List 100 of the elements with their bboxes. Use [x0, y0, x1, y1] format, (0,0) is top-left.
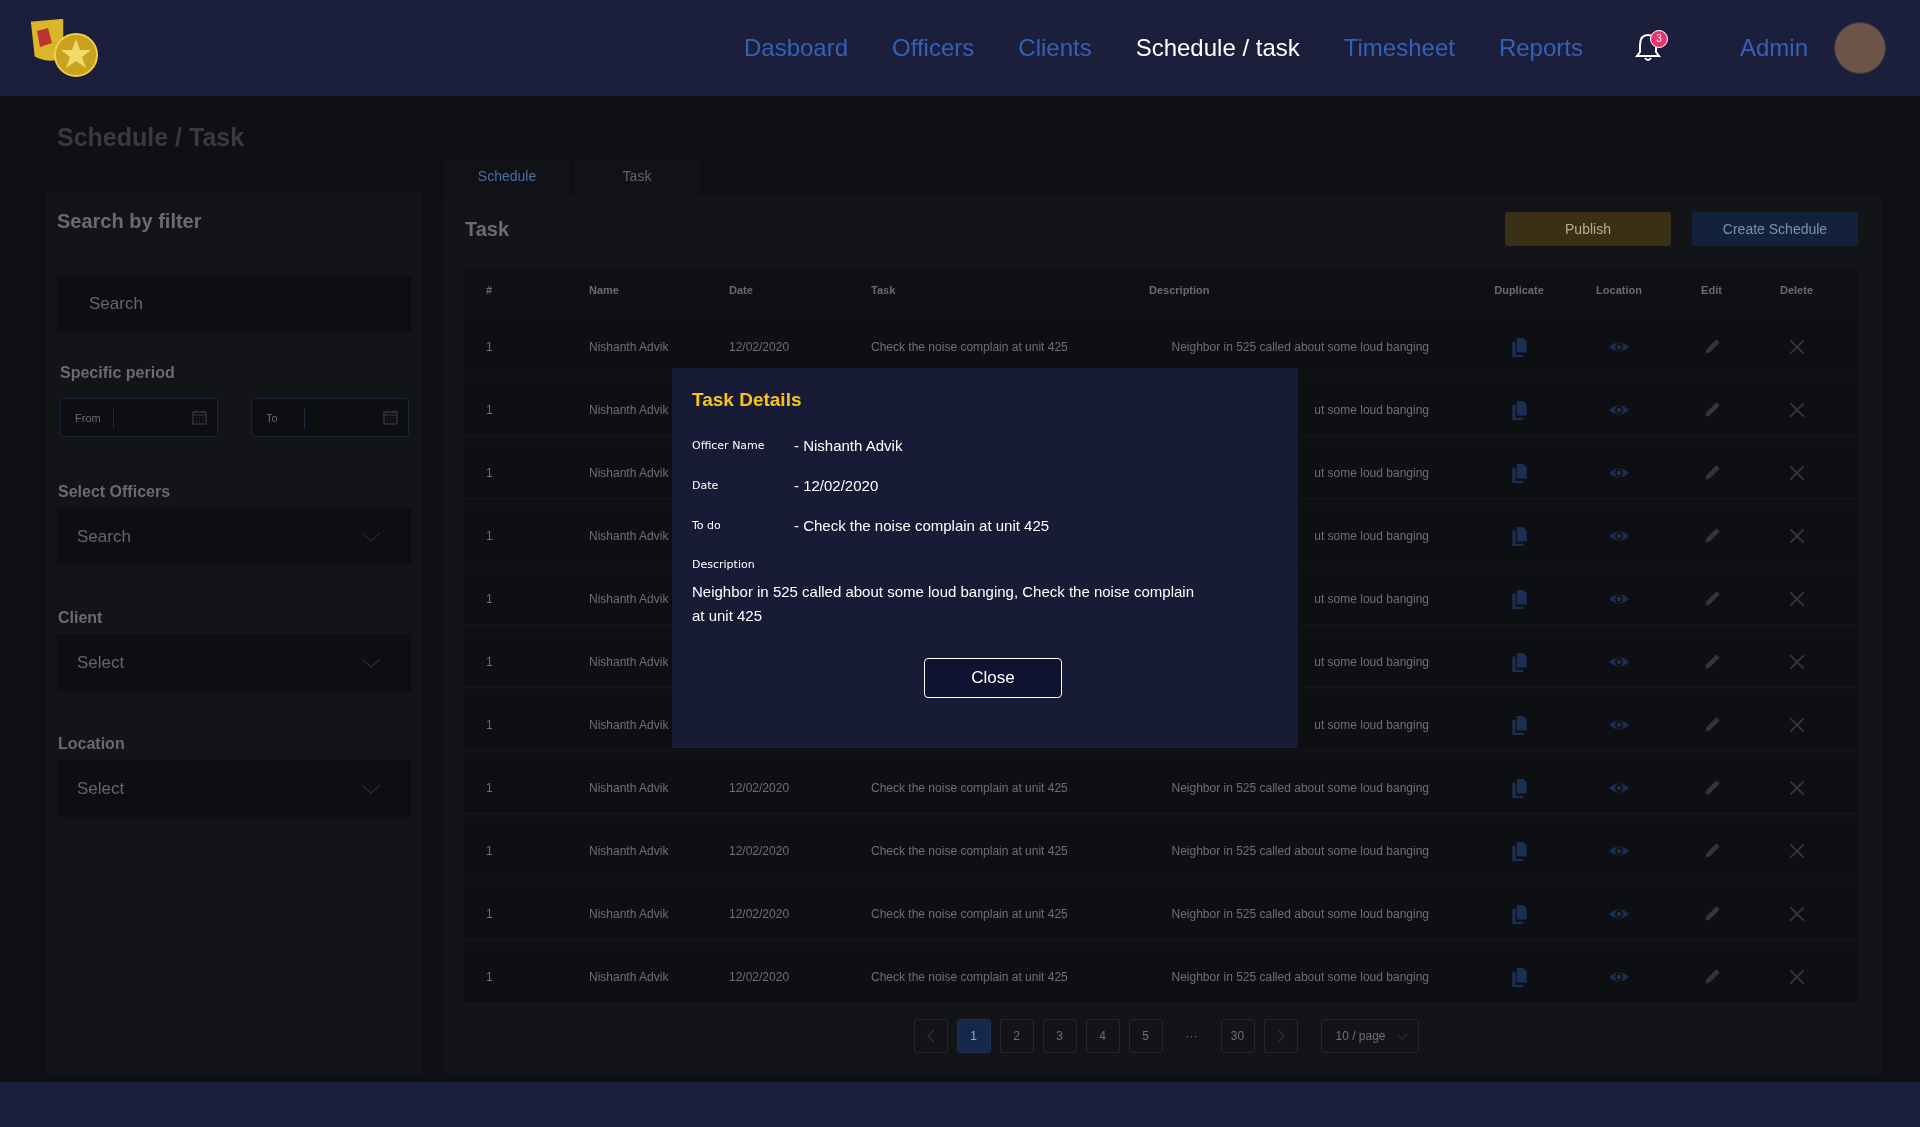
avatar[interactable] [1834, 22, 1886, 74]
field-label: Date [692, 479, 720, 492]
page-button[interactable]: 5 [1128, 1019, 1163, 1053]
filter-label: Select Officers [58, 483, 172, 501]
duplicate-icon[interactable] [1509, 399, 1529, 420]
column-header: Description [1149, 284, 1211, 296]
to-date-field[interactable]: To [251, 398, 409, 437]
create-button[interactable]: Create Schedule [1692, 212, 1858, 246]
table-cell-text: Neighbor in 525 called about some loud banging [1170, 843, 1430, 858]
select-dropdown[interactable]: Select [57, 634, 411, 691]
table-cell-text: 1 [486, 339, 494, 354]
table-cell-text: ut some loud banging [1313, 465, 1430, 480]
from-date-field[interactable]: From [60, 398, 218, 437]
page-button[interactable]: 30 [1220, 1019, 1255, 1053]
table-cell-text: Neighbor in 525 called about some loud banging [1170, 339, 1430, 354]
dropdown-placeholder: Select [77, 652, 125, 673]
dropdown-placeholder: Select [77, 778, 125, 799]
nav-link[interactable]: Clients [1018, 34, 1092, 62]
table-cell-text: 12/02/2020 [729, 339, 791, 354]
notification-bell-icon[interactable] [1634, 32, 1661, 62]
duplicate-icon[interactable] [1509, 525, 1529, 546]
table-cell-text: Nishanth Advik [589, 465, 670, 480]
field-label: Description [692, 558, 756, 571]
duplicate-icon[interactable] [1509, 651, 1529, 672]
table-cell-text: 1 [486, 717, 494, 732]
table-cell-text: ut some loud banging [1313, 654, 1430, 669]
period-label: Specific period [60, 364, 176, 382]
badge-logo-drawing [28, 17, 100, 79]
field-value: - Nishanth Advik [794, 437, 903, 454]
close-button[interactable]: Close [924, 658, 1062, 698]
user-name[interactable]: Admin [1739, 34, 1808, 62]
table-cell-text: 1 [486, 528, 494, 543]
notification-count-badge: 3 [1649, 30, 1668, 48]
table-cell-text: Neighbor in 525 called about some loud banging [1170, 780, 1430, 795]
table-cell-text: 12/02/2020 [729, 906, 791, 921]
column-header: Delete [1779, 284, 1814, 296]
table-cell-text: Nishanth Advik [589, 843, 670, 858]
duplicate-icon[interactable] [1509, 903, 1529, 924]
table-cell-text: 1 [486, 465, 494, 480]
date-placeholder: To [266, 406, 305, 429]
duplicate-icon[interactable] [1509, 588, 1529, 609]
column-header: Edit [1700, 284, 1723, 296]
field-label: Officer Name [692, 439, 766, 452]
filter-title: Search by filter [57, 210, 203, 233]
table-cell-text: Nishanth Advik [589, 528, 670, 543]
table-cell-text: 1 [486, 654, 494, 669]
page-size-select[interactable]: 10 / page [1320, 1019, 1419, 1053]
table-cell-text: 12/02/2020 [729, 969, 791, 984]
duplicate-icon[interactable] [1509, 777, 1529, 798]
field-value: - 12/02/2020 [794, 477, 879, 494]
table-cell-text: 1 [486, 906, 494, 921]
page-button[interactable]: 4 [1085, 1019, 1120, 1053]
search-field[interactable]: Search [57, 275, 411, 332]
table-cell-text: Nishanth Advik [589, 654, 670, 669]
page-button[interactable]: 3 [1042, 1019, 1077, 1053]
duplicate-icon[interactable] [1509, 462, 1529, 483]
previous-page-button[interactable] [913, 1019, 948, 1053]
nav-link[interactable]: Reports [1498, 34, 1583, 62]
page-button[interactable]: 1 [956, 1019, 991, 1053]
filter-label: Location [58, 735, 126, 753]
column-header: Task [871, 284, 897, 296]
calendar-icon [192, 410, 207, 425]
nav-link[interactable]: Timesheet [1343, 34, 1455, 62]
table-cell-text: 1 [486, 969, 494, 984]
table-cell-text: ut some loud banging [1313, 717, 1430, 732]
table-cell-text: Nishanth Advik [589, 906, 670, 921]
chevron-down-icon [361, 783, 381, 794]
dropdown-placeholder: Search [77, 526, 131, 547]
page-button[interactable]: 2 [999, 1019, 1034, 1053]
page-size-value: 10 / page [1335, 1029, 1386, 1043]
column-header: Location [1595, 284, 1643, 296]
more-pages[interactable]: ··· [1171, 1019, 1212, 1053]
duplicate-icon[interactable] [1509, 714, 1529, 735]
duplicate-icon[interactable] [1509, 840, 1529, 861]
table-cell-text: ut some loud banging [1313, 528, 1430, 543]
nav-link[interactable]: Dasboard [744, 34, 849, 62]
publish-button[interactable]: Publish [1505, 212, 1671, 246]
field-value: - Check the noise complain at unit 425 [794, 517, 1050, 534]
column-header: # [486, 284, 494, 296]
field-label: To do [692, 519, 722, 532]
next-page-button[interactable] [1263, 1019, 1298, 1053]
nav-link[interactable]: Schedule / task [1135, 34, 1300, 62]
column-header: Name [589, 284, 620, 296]
select-dropdown[interactable]: Search [57, 508, 411, 565]
filter-label: Client [58, 609, 104, 627]
table-cell-text: Check the noise complain at unit 425 [871, 906, 1069, 921]
duplicate-icon[interactable] [1509, 336, 1529, 357]
chevron-left-icon [925, 1029, 936, 1043]
dialog-title: Task Details [692, 389, 803, 411]
table-cell-text: Nishanth Advik [589, 780, 670, 795]
nav-link[interactable]: Officers [892, 34, 975, 62]
table-cell-text: 12/02/2020 [729, 780, 791, 795]
description-text: Neighbor in 525 called about some loud banging, Check the noise complain at unit 425 [692, 582, 1195, 626]
duplicate-icon[interactable] [1509, 966, 1529, 987]
select-dropdown[interactable]: Select [57, 760, 411, 817]
table-cell-text: 1 [486, 591, 494, 606]
chevron-right-icon [1275, 1029, 1286, 1043]
table-cell-text: Neighbor in 525 called about some loud banging [1170, 969, 1430, 984]
table-cell-text: 1 [486, 402, 494, 417]
table-cell-text: Nishanth Advik [589, 402, 670, 417]
